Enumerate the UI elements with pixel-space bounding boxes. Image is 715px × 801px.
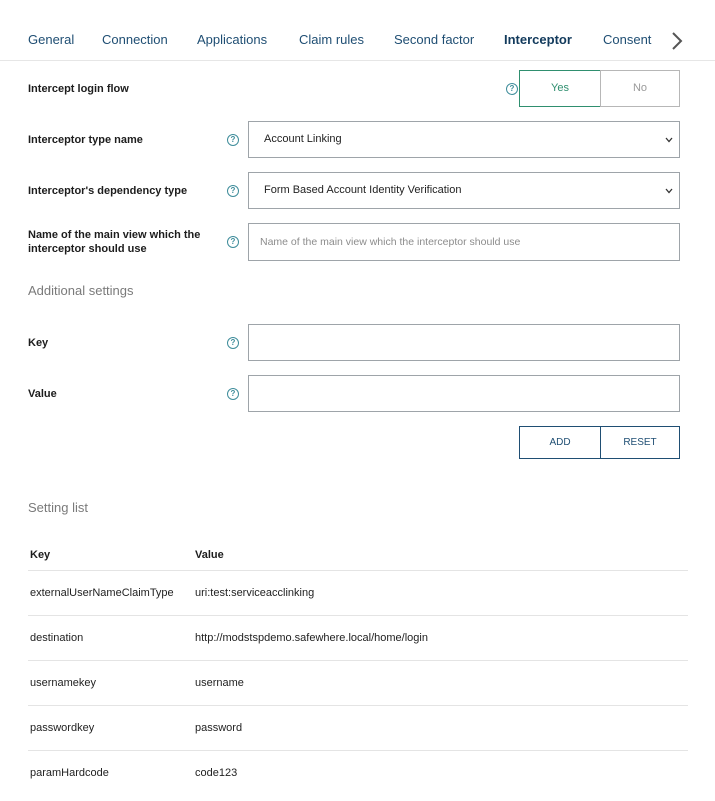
row-key: paramHardcode <box>30 767 109 779</box>
tab-applications[interactable]: Applications <box>197 32 267 47</box>
chevron-right-icon[interactable] <box>667 29 687 53</box>
column-header-key: Key <box>30 549 51 561</box>
help-icon[interactable]: ? <box>227 236 239 248</box>
main-view-placeholder: Name of the main view which the intercep… <box>260 236 521 248</box>
dependency-type-select[interactable]: Form Based Account Identity Verification <box>248 172 680 209</box>
table-row: passwordkey password <box>28 705 688 751</box>
tab-consent[interactable]: Consent <box>603 32 651 47</box>
tab-connection[interactable]: Connection <box>102 32 168 47</box>
help-icon[interactable]: ? <box>506 83 518 95</box>
row-value: http://modstspdemo.safewhere.local/home/… <box>195 632 428 644</box>
row-value: code123 <box>195 767 238 779</box>
chevron-down-icon <box>665 137 673 143</box>
key-label: Key <box>28 337 49 349</box>
row-key: passwordkey <box>30 722 95 734</box>
table-row: destination http://modstspdemo.safewhere… <box>28 615 688 661</box>
row-key: usernamekey <box>30 677 97 689</box>
column-header-value: Value <box>195 549 224 561</box>
help-icon[interactable]: ? <box>227 134 239 146</box>
reset-button[interactable]: RESET <box>600 426 680 459</box>
help-icon[interactable]: ? <box>227 388 239 400</box>
tab-claim-rules[interactable]: Claim rules <box>299 32 364 47</box>
main-view-label-line1: Name of the main view which the <box>28 229 201 241</box>
value-input[interactable] <box>248 375 680 412</box>
row-key: externalUserNameClaimType <box>30 587 174 599</box>
intercept-yes-button[interactable]: Yes <box>519 70 601 107</box>
table-row: usernamekey username <box>28 660 688 706</box>
interceptor-type-label: Interceptor type name <box>28 134 143 146</box>
intercept-no-button[interactable]: No <box>600 70 680 107</box>
additional-settings-heading: Additional settings <box>28 283 134 298</box>
intercept-login-flow-label: Intercept login flow <box>28 83 129 95</box>
main-view-input[interactable]: Name of the main view which the intercep… <box>248 223 680 261</box>
interceptor-type-value: Account Linking <box>264 133 342 145</box>
row-value: password <box>195 722 243 734</box>
row-value: username <box>195 677 244 689</box>
table-row: externalUserNameClaimType uri:test:servi… <box>28 570 688 616</box>
dependency-type-value: Form Based Account Identity Verification <box>264 184 462 196</box>
add-button[interactable]: ADD <box>519 426 601 459</box>
chevron-down-icon <box>665 188 673 194</box>
tab-second-factor[interactable]: Second factor <box>394 32 474 47</box>
help-icon[interactable]: ? <box>227 185 239 197</box>
main-view-label-line2: interceptor should use <box>28 243 147 255</box>
tab-general[interactable]: General <box>28 32 74 47</box>
help-icon[interactable]: ? <box>227 337 239 349</box>
row-value: uri:test:serviceacclinking <box>195 587 315 599</box>
interceptor-type-select[interactable]: Account Linking <box>248 121 680 158</box>
table-row: paramHardcode code123 <box>28 750 688 796</box>
main-view-label: Name of the main view which the intercep… <box>28 228 200 256</box>
row-key: destination <box>30 632 84 644</box>
dependency-type-label: Interceptor's dependency type <box>28 185 188 197</box>
value-label: Value <box>28 388 57 400</box>
setting-list-heading: Setting list <box>28 500 88 515</box>
tab-bar: General Connection Applications Claim ru… <box>0 0 715 61</box>
key-input[interactable] <box>248 324 680 361</box>
tab-interceptor[interactable]: Interceptor <box>504 32 572 47</box>
